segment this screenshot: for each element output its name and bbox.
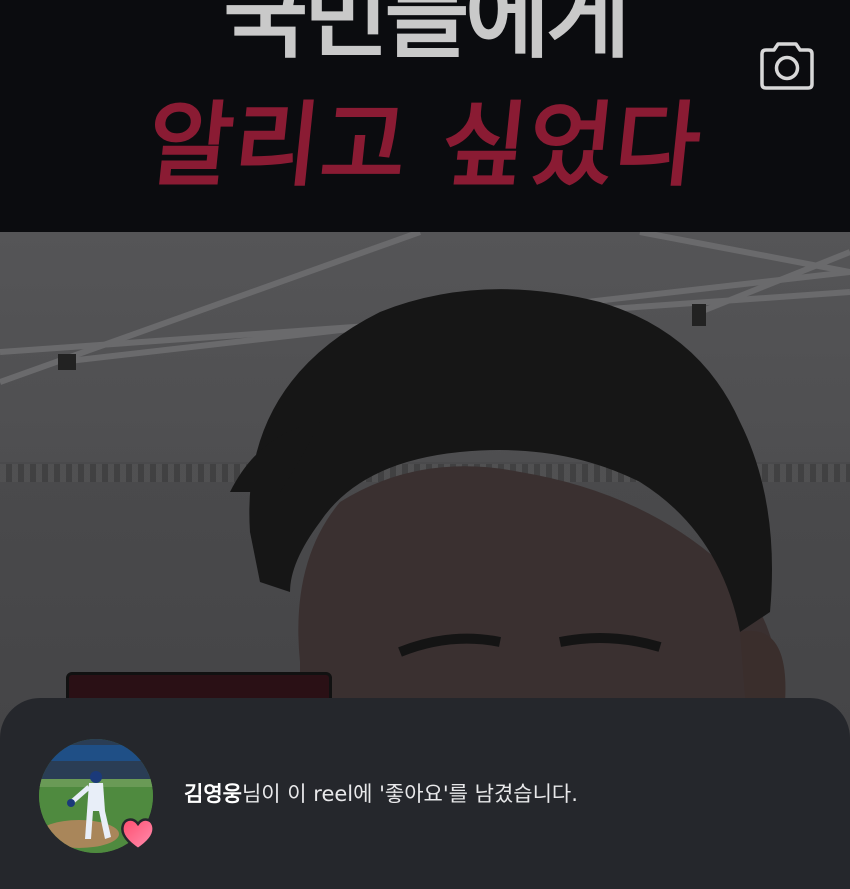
- caption-line-2: 알리고 싶었다: [142, 92, 708, 199]
- caption-line-1: 국민들에게: [223, 0, 630, 71]
- camera-icon[interactable]: [760, 40, 814, 90]
- avatar-container[interactable]: [39, 739, 155, 853]
- notification-message: 님이 이 reel에 '좋아요'를 남겼습니다.: [241, 782, 578, 806]
- reel-viewer[interactable]: 국민들에게 알리고 싶었다 김영웅님이 이 reel에 '좋아요'를 남겼습니다…: [0, 0, 850, 889]
- caption-banner: 국민들에게 알리고 싶었다: [0, 0, 850, 232]
- notification-username[interactable]: 김영웅: [184, 782, 242, 806]
- like-notification-text: 김영웅님이 이 reel에 '좋아요'를 남겼습니다.: [184, 778, 578, 808]
- heart-icon: [119, 815, 157, 853]
